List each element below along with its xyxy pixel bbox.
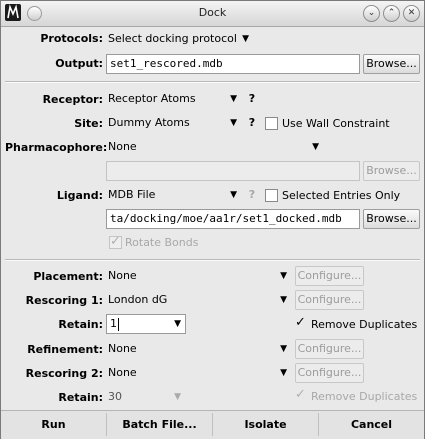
remove-duplicates-2-checkbox bbox=[295, 387, 308, 403]
output-field[interactable]: set1_rescored.mdb bbox=[106, 54, 360, 74]
rescoring1-dropdown[interactable]: London dG ▼ bbox=[105, 290, 291, 310]
chevron-down-icon: ▼ bbox=[280, 368, 287, 378]
site-help-button[interactable]: ? bbox=[245, 114, 259, 132]
retain1-combo[interactable]: 1 ▼ bbox=[106, 314, 186, 334]
protocols-dropdown[interactable]: Select docking protocol ▼ bbox=[105, 29, 253, 49]
remove-duplicates-label: Remove Duplicates bbox=[311, 318, 418, 331]
ligand-browse-button[interactable]: Browse... bbox=[363, 209, 420, 229]
isolate-button[interactable]: Isolate bbox=[213, 413, 319, 436]
remove-duplicates-checkbox[interactable] bbox=[295, 315, 308, 331]
ligand-label: Ligand: bbox=[56, 189, 103, 202]
placement-dropdown[interactable]: None ▼ bbox=[105, 266, 291, 286]
output-browse-button[interactable]: Browse... bbox=[363, 54, 420, 74]
title-bar: Dock ⌄ ⌃ ✕ bbox=[1, 1, 424, 27]
chevron-down-icon: ▼ bbox=[280, 295, 287, 305]
retain2-combo: 30 ▼ bbox=[105, 387, 185, 407]
output-label: Output: bbox=[55, 57, 103, 70]
pharmacophore-dropdown[interactable]: None ▼ bbox=[105, 137, 323, 157]
rescoring2-dropdown[interactable]: None ▼ bbox=[105, 363, 291, 383]
receptor-dropdown[interactable]: Receptor Atoms ▼ bbox=[105, 89, 241, 109]
ligand-value: MDB File bbox=[108, 188, 156, 201]
placement-label: Placement: bbox=[33, 270, 103, 283]
chevron-down-icon: ▼ bbox=[280, 271, 287, 281]
rescoring1-configure-button: Configure... bbox=[295, 290, 364, 310]
pharmacophore-browse-button: Browse... bbox=[363, 161, 420, 181]
wall-constraint-checkbox[interactable] bbox=[265, 117, 278, 130]
action-bar: Run Batch File... Isolate Cancel bbox=[1, 410, 424, 439]
run-button[interactable]: Run bbox=[1, 413, 107, 436]
site-value: Dummy Atoms bbox=[108, 116, 190, 129]
text-cursor bbox=[118, 317, 119, 331]
chevron-down-icon: ▼ bbox=[174, 392, 181, 402]
protocols-value: Select docking protocol bbox=[108, 32, 237, 45]
wall-constraint-label: Use Wall Constraint bbox=[282, 117, 390, 130]
rescoring1-value: London dG bbox=[108, 293, 168, 306]
minimize-button[interactable]: ⌄ bbox=[363, 5, 380, 22]
chevron-down-icon: ▼ bbox=[280, 344, 287, 354]
chevron-down-icon: ▼ bbox=[312, 142, 319, 152]
placement-configure-button: Configure... bbox=[295, 266, 364, 286]
retain1-label: Retain: bbox=[58, 318, 103, 331]
pharmacophore-file-field bbox=[106, 161, 360, 181]
chevron-down-icon: ▼ bbox=[230, 118, 237, 128]
window-title: Dock bbox=[198, 6, 227, 19]
separator bbox=[5, 81, 420, 83]
ligand-help-button: ? bbox=[248, 188, 256, 201]
selected-entries-checkbox[interactable] bbox=[265, 189, 278, 202]
site-dropdown[interactable]: Dummy Atoms ▼ bbox=[105, 113, 241, 133]
rescoring2-configure-button: Configure... bbox=[295, 363, 364, 383]
site-label: Site: bbox=[74, 117, 103, 130]
refinement-label: Refinement: bbox=[27, 343, 103, 356]
separator bbox=[5, 259, 420, 261]
receptor-label: Receptor: bbox=[42, 93, 103, 106]
selected-entries-label: Selected Entries Only bbox=[282, 189, 401, 202]
receptor-help-button[interactable]: ? bbox=[245, 90, 259, 108]
rotate-bonds-checkbox bbox=[109, 234, 122, 249]
chevron-down-icon: ▼ bbox=[230, 190, 237, 200]
chevron-down-icon: ▼ bbox=[242, 34, 249, 44]
refinement-dropdown[interactable]: None ▼ bbox=[105, 339, 291, 359]
retain2-label: Retain: bbox=[58, 391, 103, 404]
retain1-value: 1 bbox=[110, 317, 117, 330]
rescoring2-label: Rescoring 2: bbox=[25, 367, 103, 380]
placement-value: None bbox=[108, 269, 137, 282]
close-button[interactable]: ✕ bbox=[403, 5, 420, 22]
receptor-value: Receptor Atoms bbox=[108, 92, 196, 105]
rescoring2-value: None bbox=[108, 366, 137, 379]
dock-window: Dock ⌄ ⌃ ✕ Protocols: Select docking pro… bbox=[0, 0, 425, 439]
remove-duplicates-2-label: Remove Duplicates bbox=[311, 390, 418, 403]
maximize-button[interactable]: ⌃ bbox=[383, 5, 400, 22]
pharmacophore-value: None bbox=[108, 140, 137, 153]
chevron-down-icon: ▼ bbox=[230, 94, 237, 104]
chevron-down-icon: ▼ bbox=[174, 319, 181, 329]
ligand-dropdown[interactable]: MDB File ▼ bbox=[105, 185, 241, 205]
protocols-label: Protocols: bbox=[40, 32, 103, 45]
refinement-value: None bbox=[108, 342, 137, 355]
ligand-path-field[interactable]: ta/docking/moe/aa1r/set1_docked.mdb bbox=[106, 209, 360, 229]
pharmacophore-label: Pharmacophore: bbox=[5, 141, 108, 154]
rescoring1-label: Rescoring 1: bbox=[25, 294, 103, 307]
cancel-button[interactable]: Cancel bbox=[319, 413, 424, 436]
refinement-configure-button: Configure... bbox=[295, 339, 364, 359]
batch-file-button[interactable]: Batch File... bbox=[107, 413, 213, 436]
rotate-bonds-label: Rotate Bonds bbox=[125, 236, 199, 249]
retain2-value: 30 bbox=[108, 390, 122, 403]
